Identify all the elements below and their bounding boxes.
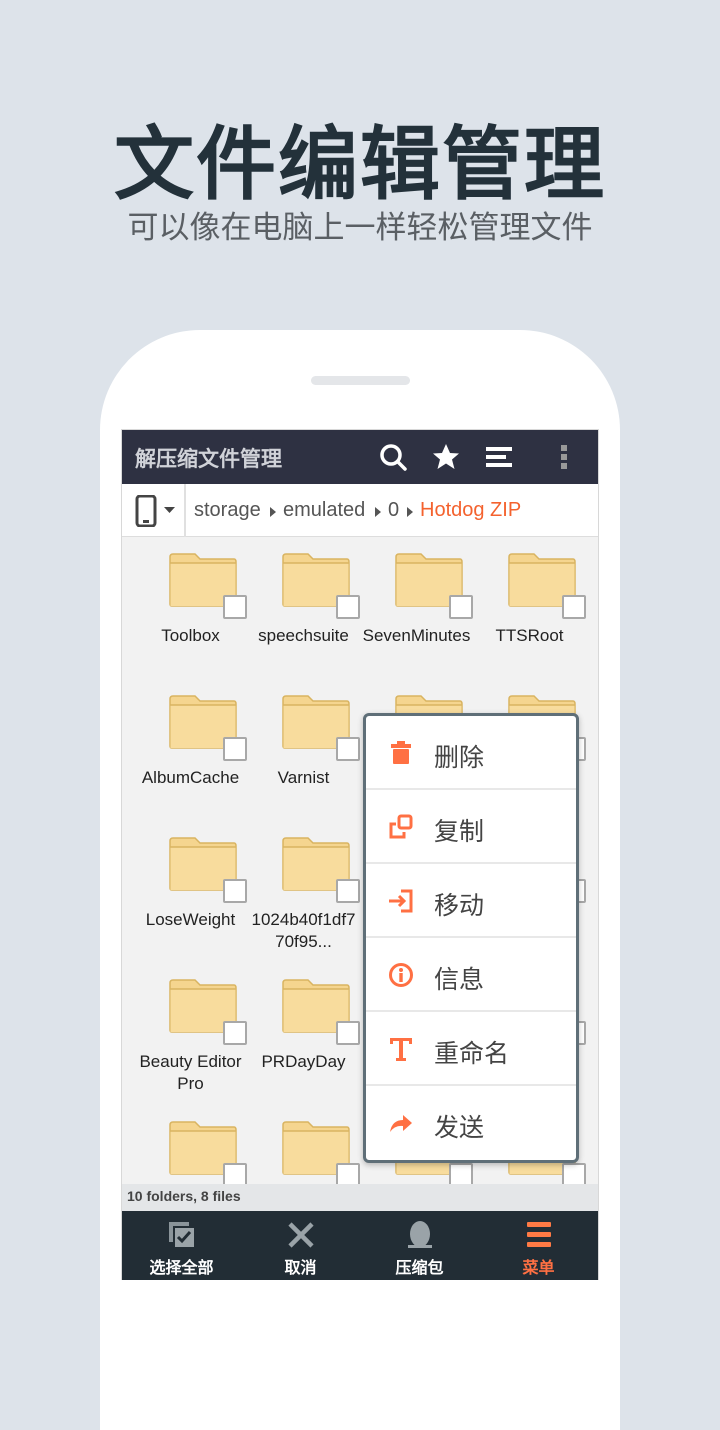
file-item[interactable]: LoseWeight (134, 821, 247, 963)
menu-item-label: 信息 (434, 965, 485, 994)
more-vert-icon[interactable] (549, 442, 579, 472)
menu-item-rename[interactable]: 重命名 (366, 1012, 576, 1086)
file-name: Beauty Editor Pro (139, 1052, 242, 1093)
menu-item-label: 删除 (434, 743, 485, 772)
rename-icon (388, 1036, 414, 1062)
menu-item-label: 发送 (434, 1113, 485, 1142)
archive-icon (404, 1219, 436, 1251)
list-icon[interactable] (484, 442, 514, 472)
bottom-select-all-button[interactable]: 选择全部 (122, 1211, 241, 1280)
phone-speaker (311, 376, 410, 385)
file-item[interactable]: PRDayDay (247, 963, 360, 1105)
file-item[interactable]: TTSRoot (473, 537, 586, 679)
select-checkbox[interactable] (223, 595, 247, 619)
menu-item-label: 重命名 (434, 1039, 510, 1068)
file-name: SevenMinutes (362, 626, 471, 645)
file-item[interactable]: Varnist (247, 679, 360, 821)
menu-item-label: 复制 (434, 817, 485, 846)
info-icon (388, 962, 414, 988)
menu-item-move[interactable]: 移动 (366, 864, 576, 938)
select-checkbox[interactable] (223, 879, 247, 903)
select-all-icon (166, 1219, 198, 1251)
menu-item-info[interactable]: 信息 (366, 938, 576, 1012)
bottom-bar: 选择全部 取消 压缩包 菜单 (122, 1211, 598, 1280)
phone-icon (135, 495, 175, 527)
breadcrumb-item[interactable]: storage (194, 499, 261, 522)
bottom-label: 取消 (284, 1258, 317, 1277)
context-menu: 删除复制移动信息重命名发送 (363, 713, 579, 1163)
bottom-archive-button[interactable]: 压缩包 (360, 1211, 479, 1280)
copy-icon (388, 814, 414, 840)
file-name: TTSRoot (495, 626, 564, 645)
menu-item-trash[interactable]: 删除 (366, 716, 576, 790)
file-name: speechsuite (258, 626, 349, 645)
file-name: Varnist (277, 768, 330, 787)
select-checkbox[interactable] (336, 1021, 360, 1045)
bottom-menu-button[interactable]: 菜单 (479, 1211, 598, 1280)
file-item[interactable]: Toolbox (134, 537, 247, 679)
search-icon[interactable] (378, 442, 408, 472)
toolbar: 解压缩文件管理 (122, 430, 598, 484)
select-checkbox[interactable] (223, 737, 247, 761)
file-item[interactable]: SevenMinutes (360, 537, 473, 679)
select-checkbox[interactable] (336, 737, 360, 761)
bottom-close-button[interactable]: 取消 (241, 1211, 360, 1280)
file-item[interactable]: Beauty Editor Pro (134, 963, 247, 1105)
file-name: Toolbox (161, 626, 220, 645)
menu-icon (523, 1219, 555, 1251)
menu-item-label: 移动 (434, 891, 485, 920)
select-checkbox[interactable] (336, 595, 360, 619)
chevron-right-icon (407, 507, 413, 517)
close-icon (285, 1219, 317, 1251)
bottom-label: 压缩包 (395, 1258, 444, 1277)
file-name: AlbumCache (141, 768, 240, 787)
breadcrumb-item[interactable]: 0 (388, 499, 399, 522)
share-icon (388, 1110, 414, 1136)
bottom-label: 菜单 (522, 1258, 555, 1277)
select-checkbox[interactable] (223, 1021, 247, 1045)
storage-selector[interactable] (122, 484, 186, 537)
star-icon[interactable] (431, 442, 461, 472)
breadcrumb: storage emulated 0 Hotdog ZIP (122, 484, 598, 537)
select-checkbox[interactable] (562, 595, 586, 619)
select-checkbox[interactable] (449, 595, 473, 619)
trash-icon (388, 740, 414, 766)
file-item[interactable]: AlbumCache (134, 679, 247, 821)
file-name: PRDayDay (261, 1052, 346, 1071)
hero-title: 文件编辑管理 (114, 118, 606, 211)
move-icon (388, 888, 414, 914)
breadcrumb-current[interactable]: Hotdog ZIP (420, 499, 521, 522)
status-text: 10 folders, 8 files (122, 1184, 598, 1211)
menu-item-share[interactable]: 发送 (366, 1086, 576, 1160)
file-name: LoseWeight (145, 910, 236, 929)
bottom-label: 选择全部 (149, 1258, 214, 1277)
file-item[interactable]: speechsuite (247, 537, 360, 679)
app-title: 解压缩文件管理 (135, 448, 282, 471)
hero-subtitle: 可以像在电脑上一样轻松管理文件 (127, 210, 593, 246)
breadcrumb-item[interactable]: emulated (283, 499, 365, 522)
file-item[interactable]: 1024b40f1df770f95... (247, 821, 360, 963)
file-name: 1024b40f1df770f95... (251, 910, 356, 951)
chevron-right-icon (375, 507, 381, 517)
select-checkbox[interactable] (336, 879, 360, 903)
chevron-right-icon (270, 507, 276, 517)
menu-item-copy[interactable]: 复制 (366, 790, 576, 864)
